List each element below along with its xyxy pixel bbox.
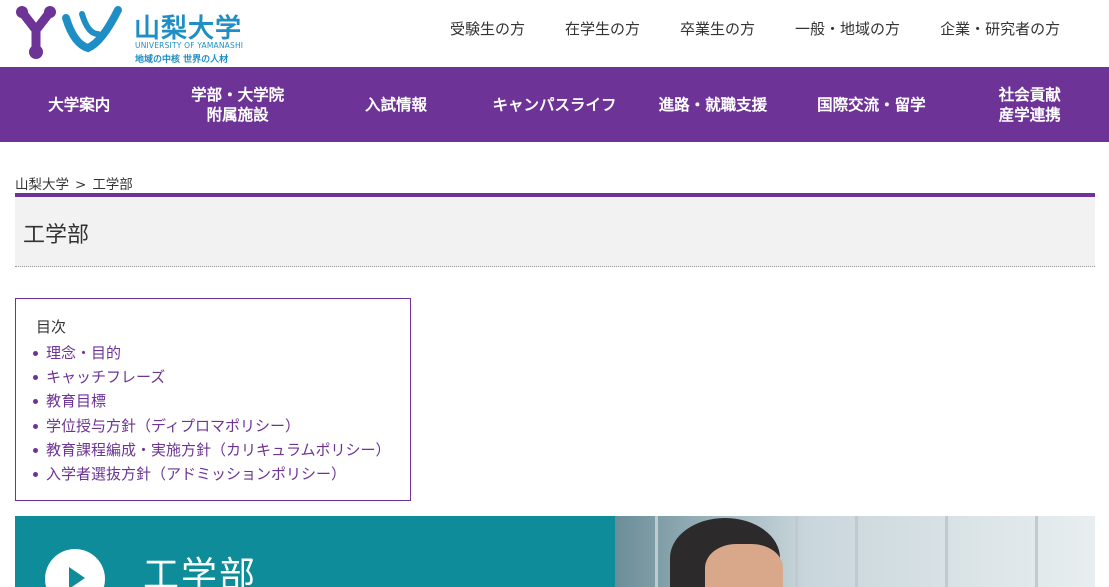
audience-nav: 受験生の方 在学生の方 卒業生の方 一般・地域の方 企業・研究者の方 <box>430 19 1080 39</box>
gnav-item-social[interactable]: 社会貢献 産学連携 <box>951 67 1109 142</box>
gnav-item-about[interactable]: 大学案内 <box>0 67 158 142</box>
toc-item[interactable]: 学位授与方針（ディプロマポリシー） <box>30 414 391 438</box>
audience-link-students[interactable]: 在学生の方 <box>545 19 660 39</box>
page-title-box: 工学部 <box>15 193 1095 267</box>
global-nav: 大学案内 学部・大学院 附属施設 入試情報 キャンパスライフ 進路・就職支援 国… <box>0 67 1109 142</box>
audience-link-applicants[interactable]: 受験生の方 <box>430 19 545 39</box>
table-of-contents: 目次 理念・目的 キャッチフレーズ 教育目標 学位授与方針（ディプロマポリシー）… <box>15 298 411 501</box>
breadcrumb: 山梨大学 > 工学部 <box>15 173 133 193</box>
gnav-item-faculties[interactable]: 学部・大学院 附属施設 <box>158 67 316 142</box>
gnav-item-international[interactable]: 国際交流・留学 <box>792 67 950 142</box>
faculty-video-banner: 工学部 <box>15 516 1095 587</box>
photo-stripe <box>795 516 798 587</box>
play-button-icon[interactable] <box>45 549 105 587</box>
toc-item[interactable]: 教育目標 <box>30 389 391 413</box>
photo-stripe <box>655 516 658 587</box>
photo-stripe <box>855 516 858 587</box>
toc-title: 目次 <box>36 318 67 336</box>
toc-item[interactable]: 入学者選抜方針（アドミッションポリシー） <box>30 462 391 486</box>
logo-tagline: 地域の中核 世界の人材 <box>135 55 229 65</box>
logo-mark-icon <box>16 6 122 59</box>
person-face <box>705 544 783 587</box>
gnav-item-admissions[interactable]: 入試情報 <box>317 67 475 142</box>
gnav-item-campus-life[interactable]: キャンパスライフ <box>475 67 633 142</box>
logo-name-en: UNIVERSITY OF YAMANASHI <box>135 41 244 50</box>
breadcrumb-current: 工学部 <box>92 177 133 193</box>
audience-link-public[interactable]: 一般・地域の方 <box>775 19 920 39</box>
toc-item[interactable]: キャッチフレーズ <box>30 365 391 389</box>
logo-name-jp: 山梨大学 <box>134 14 243 44</box>
photo-stripe <box>945 516 948 587</box>
breadcrumb-separator: > <box>75 177 87 193</box>
toc-item[interactable]: 教育課程編成・実施方針（カリキュラムポリシー） <box>30 438 391 462</box>
toc-item[interactable]: 理念・目的 <box>30 341 391 365</box>
page-title: 工学部 <box>23 223 90 248</box>
banner-title: 工学部 <box>143 555 258 587</box>
gnav-item-careers[interactable]: 進路・就職支援 <box>634 67 792 142</box>
audience-link-companies[interactable]: 企業・研究者の方 <box>920 19 1080 39</box>
breadcrumb-home-link[interactable]: 山梨大学 <box>15 177 69 193</box>
site-header: 山梨大学 UNIVERSITY OF YAMANASHI 地域の中核 世界の人材… <box>0 0 1109 67</box>
toc-list: 理念・目的 キャッチフレーズ 教育目標 学位授与方針（ディプロマポリシー） 教育… <box>30 341 391 486</box>
audience-link-alumni[interactable]: 卒業生の方 <box>660 19 775 39</box>
university-logo[interactable]: 山梨大学 UNIVERSITY OF YAMANASHI 地域の中核 世界の人材 <box>14 4 254 65</box>
photo-stripe <box>1035 516 1038 587</box>
